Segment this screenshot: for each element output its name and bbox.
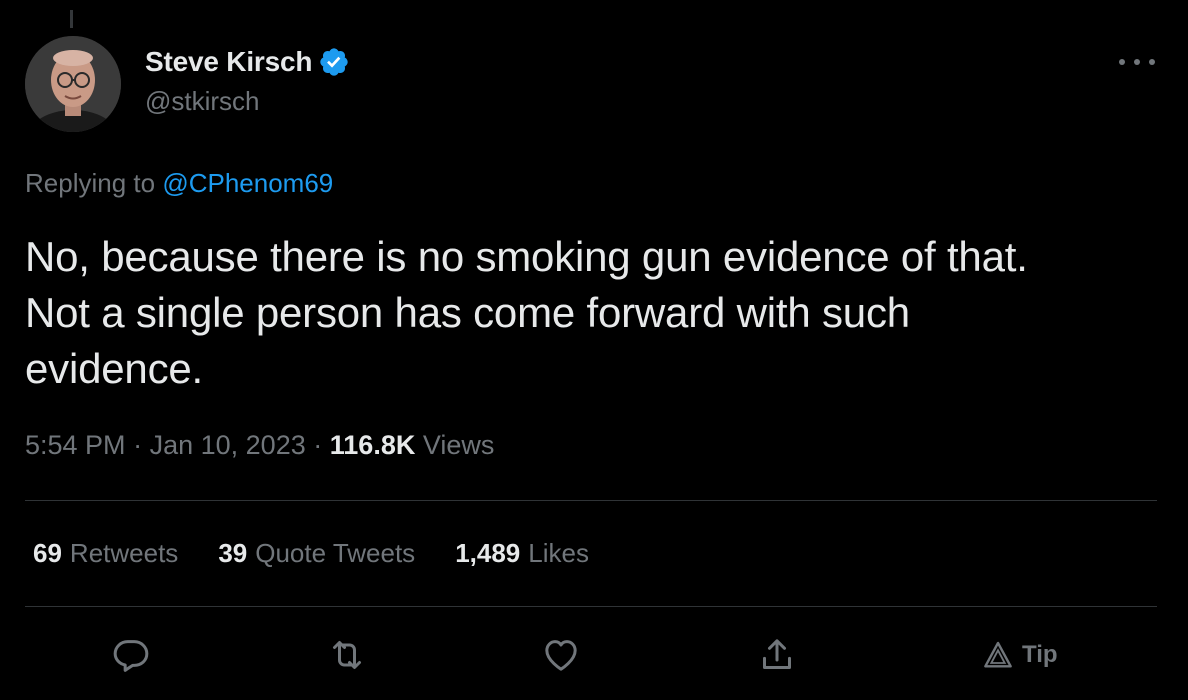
retweets-label: Retweets [69, 538, 179, 568]
heart-icon [545, 640, 577, 671]
like-button[interactable] [541, 635, 581, 675]
meta-separator: · [133, 430, 143, 460]
likes-stat[interactable]: 1,489 Likes [455, 538, 589, 569]
reply-button[interactable] [111, 635, 151, 675]
share-button[interactable] [757, 635, 797, 675]
replying-to-line: Replying to @CPhenom69 [25, 168, 333, 199]
tip-label: Tip [1022, 641, 1058, 668]
replying-to-label: Replying to [25, 168, 156, 198]
retweets-stat[interactable]: 69 Retweets [33, 538, 178, 569]
likes-label: Likes [528, 538, 589, 568]
tweet-text-line: Not a single person has come forward wit… [25, 289, 910, 336]
tweet-meta: 5:54 PM · Jan 10, 2023 · 116.8K Views [25, 430, 494, 461]
engagement-stats: 69 Retweets 39 Quote Tweets 1,489 Likes [33, 538, 629, 569]
tweet-date[interactable]: Jan 10, 2023 [150, 430, 306, 460]
tweet-text: No, because there is no smoking gun evid… [25, 229, 1165, 397]
avatar-image [25, 36, 121, 132]
quote-tweets-label: Quote Tweets [255, 538, 416, 568]
tip-button[interactable]: Tip [982, 635, 1058, 675]
share-icon [763, 639, 791, 669]
divider [25, 606, 1157, 607]
retweets-count: 69 [33, 538, 62, 568]
retweet-icon [333, 641, 361, 669]
author-display-name[interactable]: Steve Kirsch [145, 46, 312, 78]
tip-icon [984, 641, 1012, 668]
thread-connector-line [70, 10, 73, 28]
tweet-text-line: evidence. [25, 345, 203, 392]
views-count: 116.8K [329, 430, 416, 460]
author-handle[interactable]: @stkirsch [145, 86, 260, 117]
divider [25, 500, 1157, 501]
avatar[interactable] [25, 36, 121, 132]
author-name-row: Steve Kirsch [145, 44, 350, 80]
tweet-text-line: No, because there is no smoking gun evid… [25, 233, 1028, 280]
more-options-icon[interactable] [1119, 48, 1155, 76]
views-label: Views [422, 430, 495, 460]
tweet-time[interactable]: 5:54 PM [25, 430, 126, 460]
quote-tweets-count: 39 [218, 538, 248, 568]
meta-separator: · [313, 430, 323, 460]
likes-count: 1,489 [455, 538, 521, 568]
reply-icon [113, 640, 149, 672]
verified-badge-icon [318, 46, 350, 78]
replying-to-mention-link[interactable]: @CPhenom69 [162, 168, 333, 198]
retweet-button[interactable] [327, 635, 367, 675]
quote-tweets-stat[interactable]: 39 Quote Tweets [218, 538, 415, 569]
